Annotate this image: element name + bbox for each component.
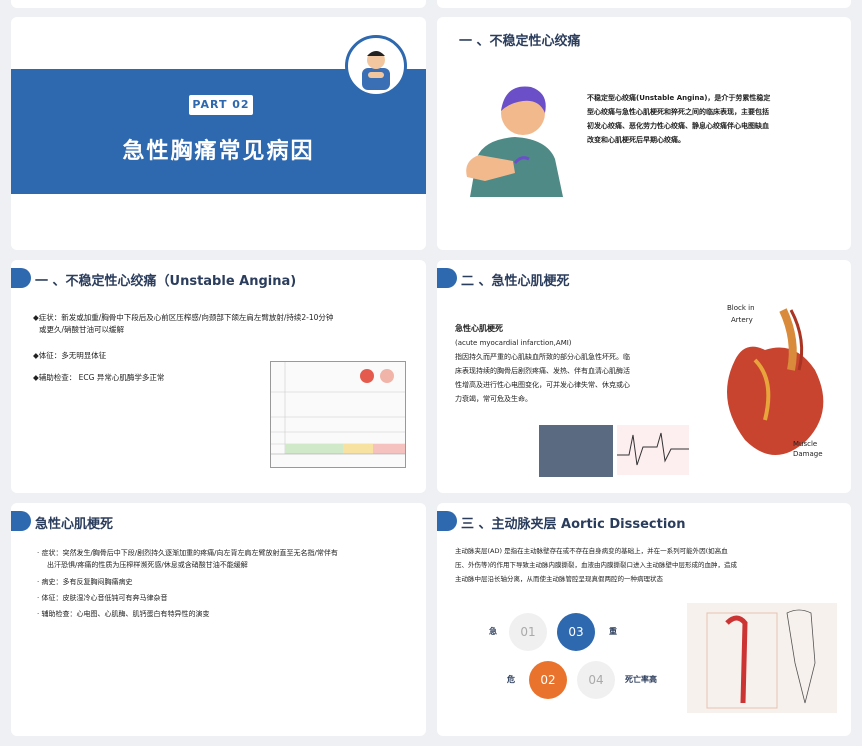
label-damage: Damage [793,450,823,458]
step-04-circle: 04 [577,661,615,699]
slide-unstable-angina-intro[interactable]: 一 、不稳定性心绞痛 不稳定型心绞痛(Unstable Angina)，是介于劳… [437,17,851,250]
patient-photo [539,425,613,477]
symptom-line-2: 或更久/硝酸甘油可以缓解 [39,325,125,334]
slide-heading: 三 、主动脉夹层 Aortic Dissection [461,517,686,532]
ecg-table-image [270,361,406,468]
ami-line-4: 力衰竭，常可危及生命。 [455,395,532,403]
slide-heading: 急性心肌梗死 [35,517,114,532]
word-urgent: 急 [489,627,497,636]
chest-pain-avatar-icon [345,35,407,97]
step-02-circle: 02 [529,661,567,699]
ami-line-3: 性增高及进行性心电图变化，可并发心律失常、休克或心 [455,381,630,389]
slide-top-strip-right [437,0,851,8]
ami-line-2: 床表现持续的胸骨后剧烈疼痛、发热、伴有血清心肌酶活 [455,367,630,375]
heart-artery-illustration [695,300,845,470]
part-badge: PART 02 [189,95,253,115]
slide-heading: 一 、不稳定性心绞痛（Unstable Angina) [35,274,297,289]
slide-aortic-dissection[interactable]: 三 、主动脉夹层 Aortic Dissection 主动脉夹层(AD) 是指在… [437,503,851,736]
heading-tab-marker [11,511,31,531]
ami-english-name: (acute myocardial infarction,AMI) [455,339,572,347]
ami-line-1: 指因持久而严重的心肌缺血所致的部分心肌急性坏死。临 [455,353,630,361]
chest-pain-person-illustration [455,77,575,197]
ami-subtitle: 急性心肌梗死 [455,324,503,333]
word-severe: 重 [609,627,617,636]
heading-tab-marker [11,268,31,288]
definition-line-4: 改变和心肌梗死后早期心绞痛。 [587,136,685,144]
exam-line: ◆辅助检查： ECG 异常心肌酶学多正常 [33,373,165,382]
definition-line-1: 不稳定型心绞痛(Unstable Angina)，是介于劳累性稳定 [587,94,771,102]
slide-ami-details[interactable]: 急性心肌梗死 · 症状：突然发生/胸骨后中下段/剧烈持久逐渐加重的疼痛/向左背左… [11,503,426,736]
slide-unstable-angina-details[interactable]: 一 、不稳定性心绞痛（Unstable Angina) ◆症状：新发或加重/胸骨… [11,260,426,493]
label-artery: Artery [731,316,753,324]
slide-part-02[interactable]: PART 02 急性胸痛常见病因 [11,17,426,250]
aorta-anatomy-illustration [687,603,837,713]
definition-line-2: 型心绞痛与急性心肌梗死和猝死之间的临床表现，主要包括 [587,108,769,116]
definition-line-3: 初发心绞痛、恶化劳力性心绞痛、静息心绞痛伴心电图缺血 [587,122,769,130]
ad-line-3: 主动脉中层沿长轴分离，从而使主动脉管腔呈现真假两腔的一种病理状态 [455,575,663,583]
heading-tab-marker [437,511,457,531]
word-high-mortality: 死亡率高 [625,675,657,684]
ami-exam-line: · 辅助检查：心电图、心肌酶、肌钙蛋白有特异性的演变 [37,610,210,618]
ami-symptom-line-1: · 症状：突然发生/胸骨后中下段/剧烈持久逐渐加重的疼痛/向左背左肩左臂放射直至… [37,549,338,557]
step-03-circle: 03 [557,613,595,651]
symptom-line-1: ◆症状：新发或加重/胸骨中下段后及心前区压榨感/向颈部下颌左肩左臂放射/持续2-… [33,313,334,322]
ad-line-1: 主动脉夹层(AD) 是指在主动脉壁存在或不存在自身病变的基础上，并在一系列可能外… [455,547,728,555]
slide-ami-intro[interactable]: 二 、急性心肌梗死 急性心肌梗死 (acute myocardial infar… [437,260,851,493]
slide-heading: 一 、不稳定性心绞痛 [459,34,581,49]
ami-history-line: · 病史：多有反复胸闷胸痛病史 [37,578,133,586]
heading-tab-marker [437,268,457,288]
ami-sign-line: · 体征：皮肤湿冷心音低钝可有奔马律杂音 [37,594,168,602]
ad-line-2: 压、外伤等)的作用下导致主动脉内膜撕裂，血液由内膜撕裂口进入主动脉壁中层形成的血… [455,561,738,569]
step-01-circle: 01 [509,613,547,651]
slide-heading: 二 、急性心肌梗死 [461,274,570,289]
slide-top-strip-left [11,0,426,8]
ecg-strip-image [617,425,689,475]
ami-symptom-line-2: 出汗恐惧/疼痛的性质为压榨样濒死感/休息或含硝酸甘油不能缓解 [47,561,248,569]
sign-line: ◆体征：多无明显体征 [33,351,107,360]
word-dangerous: 危 [507,675,515,684]
slide-title: 急性胸痛常见病因 [122,139,315,164]
